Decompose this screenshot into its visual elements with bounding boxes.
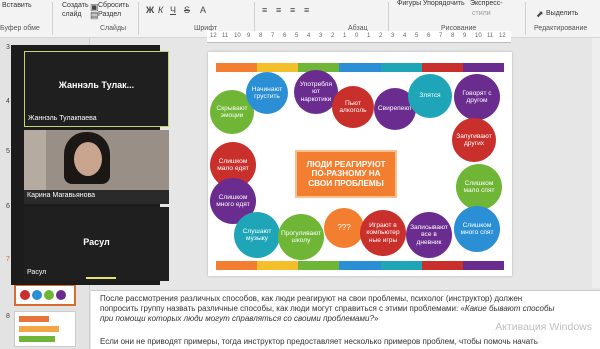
slide-title-box[interactable]: ЛЮДИ РЕАГИРУЮТ ПО-РАЗНОМУ НА СВОИ ПРОБЛЕ… (295, 150, 397, 198)
vertical-scrollbar[interactable] (592, 38, 600, 288)
ruler-tick: 4 (307, 33, 311, 39)
font-color-icon[interactable]: A (200, 5, 206, 15)
section-button[interactable]: Раздел (98, 11, 121, 18)
slide-number: 6 (6, 203, 10, 210)
reaction-circle[interactable]: Начинают грустить (246, 72, 288, 114)
participant-tile[interactable]: Расул Расул (24, 207, 169, 281)
ruler-tick: 12 (210, 33, 217, 39)
ruler-tick: 4 (403, 33, 407, 39)
reaction-circle[interactable]: Злятся (408, 74, 452, 118)
ruler-tick: 6 (427, 33, 431, 39)
notes-line: Если они не приводят примеры, тогда инст… (100, 337, 538, 346)
align-right-icon[interactable]: ≡ (290, 5, 295, 15)
participant-name: Карина Магавьянова (27, 192, 96, 199)
slide-number: 8 (6, 313, 10, 320)
align-left-icon[interactable]: ≡ (262, 5, 267, 15)
select-button[interactable]: Выделить (546, 10, 578, 17)
notes-italic: при помощи которых люди могут справлятьс… (100, 314, 374, 323)
notes-text: » (373, 314, 379, 323)
bold-icon[interactable]: Ж (146, 5, 154, 15)
ruler-tick: 9 (463, 33, 467, 39)
new-slide-label[interactable]: слайд (62, 11, 81, 18)
new-slide-button[interactable]: Создать (62, 2, 89, 9)
speaking-indicator (86, 277, 116, 279)
reaction-circle[interactable]: Слишком мало спят (456, 164, 502, 210)
ruler-tick: 7 (271, 33, 275, 39)
participant-name: Жаннэль Тулакпаева (28, 115, 97, 122)
horizontal-ruler: 12 11 10 9 8 7 6 5 4 3 2 1 0 1 2 3 4 5 6… (207, 31, 511, 43)
group-editing: Редактирование (534, 25, 588, 32)
ruler-tick: 5 (295, 33, 299, 39)
reaction-circle[interactable]: Пьют алкоголь (332, 86, 374, 128)
slide-number: 5 (6, 148, 10, 155)
ribbon-separator (138, 2, 139, 35)
strikethrough-icon[interactable]: S (184, 5, 190, 15)
reaction-circle[interactable]: Слишком много спят (454, 206, 500, 252)
color-bar-top (216, 63, 504, 72)
slide-number: 4 (6, 98, 10, 105)
align-center-icon[interactable]: ≡ (276, 5, 281, 15)
slide-number: 7 (6, 256, 10, 263)
slide-number: 3 (6, 44, 10, 51)
color-bar-bottom (216, 261, 504, 270)
ruler-tick: 0 (355, 33, 359, 39)
group-clipboard: Буфер обме (0, 25, 40, 32)
notes-text: попросить группу назвать различные спосо… (100, 304, 465, 313)
slide-thumbnail-selected[interactable] (14, 284, 76, 306)
reaction-circle[interactable]: Играют в компьютер ные игры (360, 210, 406, 256)
ruler-tick: 7 (439, 33, 443, 39)
reaction-circle[interactable]: Записывают все в дневник (406, 212, 452, 258)
notes-line: попросить группу назвать различные спосо… (100, 304, 554, 315)
arrange-button[interactable]: Упорядочить (423, 0, 465, 7)
participant-name: Расул (27, 269, 47, 276)
ruler-tick: 10 (234, 33, 241, 39)
italic-icon[interactable]: К (158, 5, 163, 15)
quick-styles-button[interactable]: Экспресс- (470, 0, 503, 7)
notes-pane[interactable]: После рассмотрения различных способов, к… (91, 290, 600, 349)
participant-name-large: Расул (83, 237, 110, 247)
reset-button[interactable]: Сбросить (98, 2, 129, 9)
windows-activation-watermark: Активация Windows (495, 321, 592, 333)
participant-tile-video[interactable]: Карина Магавьянова (24, 130, 169, 204)
reaction-circle[interactable]: ??? (324, 208, 364, 248)
reaction-circle[interactable]: Прогуливают школу (278, 214, 324, 260)
ruler-tick: 2 (379, 33, 383, 39)
slide-thumbnail[interactable] (14, 311, 76, 347)
ruler-tick: 2 (331, 33, 335, 39)
select-icon: ⬈ (536, 9, 544, 19)
notes-line: После рассмотрения различных способов, к… (100, 294, 523, 303)
justify-icon[interactable]: ≡ (304, 5, 309, 15)
ruler-tick: 1 (343, 33, 347, 39)
ruler-tick: 8 (451, 33, 455, 39)
ruler-tick: 1 (367, 33, 371, 39)
participant-name-large: Жаннэль Тулак... (58, 80, 135, 90)
notes-line: при помощи которых люди могут справлятьс… (100, 314, 378, 325)
webcam-feed (24, 130, 169, 190)
ruler-tick: 6 (283, 33, 287, 39)
video-call-panel: Жаннэль Тулак... Жаннэль Тулакпаева Кари… (11, 45, 169, 285)
participant-tile[interactable]: Жаннэль Тулак... Жаннэль Тулакпаева (24, 51, 169, 127)
ruler-tick: 11 (222, 33, 229, 39)
notes-italic: Какие бывают способы (464, 304, 555, 313)
paste-button[interactable]: Вставить (2, 2, 32, 9)
underline-icon[interactable]: Ч (170, 5, 176, 15)
reaction-circle[interactable]: Запугивают других (452, 118, 496, 162)
ribbon-separator (525, 2, 526, 35)
group-slides: Слайды (100, 25, 127, 32)
ruler-tick: 10 (475, 33, 482, 39)
ruler-tick: 12 (499, 33, 506, 39)
ruler-tick: 3 (319, 33, 323, 39)
ribbon-separator (52, 2, 53, 35)
ruler-tick: 11 (487, 33, 494, 39)
shapes-button[interactable]: Фигуры (397, 0, 421, 7)
slide-canvas[interactable]: Скрывают эмоции Начинают грустить Употре… (208, 52, 512, 276)
reaction-circle[interactable]: Слушают музыку (234, 212, 280, 258)
quick-styles-label[interactable]: стили (472, 10, 491, 17)
ruler-tick: 8 (259, 33, 263, 39)
ruler-tick: 3 (391, 33, 395, 39)
ruler-tick: 5 (415, 33, 419, 39)
ruler-tick: 9 (247, 33, 251, 39)
reaction-circle[interactable]: Говорят с другом (454, 74, 500, 120)
